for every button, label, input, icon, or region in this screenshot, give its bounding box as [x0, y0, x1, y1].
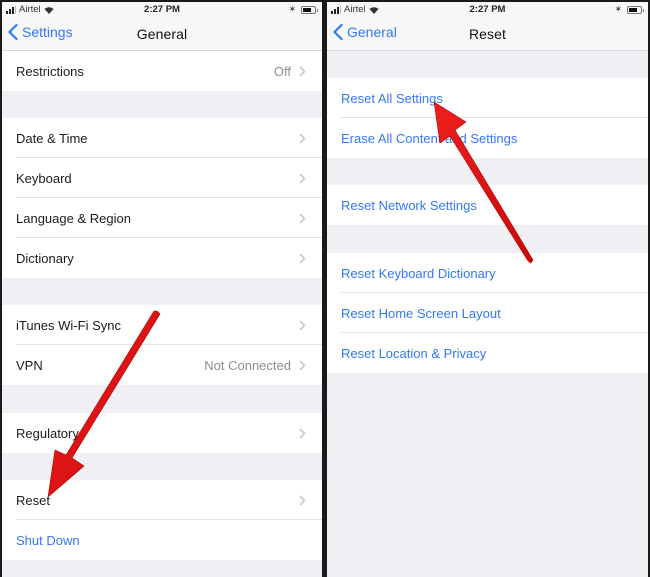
row-reset-location-privacy[interactable]: Reset Location & Privacy: [327, 333, 648, 373]
status-bar: Airtel 2:27 PM ✶: [327, 2, 648, 17]
row-reset[interactable]: Reset: [2, 480, 322, 520]
chevron-right-icon: [299, 172, 306, 184]
row-label: Regulatory: [16, 425, 79, 441]
row-label: Reset Network Settings: [341, 197, 477, 213]
row-language-region[interactable]: Language & Region: [2, 198, 322, 238]
general-settings-screen: Airtel 2:27 PM ✶ Settings General Restri…: [2, 2, 322, 577]
row-vpn[interactable]: VPN Not Connected: [2, 345, 322, 385]
row-reset-all-settings[interactable]: Reset All Settings: [327, 78, 648, 118]
status-time: 2:27 PM: [469, 4, 506, 15]
row-label: Reset All Settings: [341, 90, 443, 106]
row-label: Reset Keyboard Dictionary: [341, 265, 496, 281]
row-label: Dictionary: [16, 250, 74, 266]
chevron-right-icon: [299, 252, 306, 264]
navigation-bar: Settings General: [2, 17, 322, 51]
row-reset-network-settings[interactable]: Reset Network Settings: [327, 185, 648, 225]
row-date-time[interactable]: Date & Time: [2, 118, 322, 158]
row-reset-keyboard-dictionary[interactable]: Reset Keyboard Dictionary: [327, 253, 648, 293]
chevron-right-icon: [299, 65, 306, 77]
row-label: VPN: [16, 357, 43, 373]
bluetooth-icon: ✶: [288, 4, 296, 14]
status-time: 2:27 PM: [144, 4, 180, 15]
row-label: Reset: [16, 492, 50, 508]
chevron-right-icon: [299, 319, 306, 331]
row-shut-down[interactable]: Shut Down: [2, 520, 322, 560]
row-regulatory[interactable]: Regulatory: [2, 413, 322, 453]
battery-icon: [627, 5, 644, 14]
row-itunes-wifi-sync[interactable]: iTunes Wi-Fi Sync: [2, 305, 322, 345]
chevron-right-icon: [299, 359, 306, 371]
page-title: Reset: [468, 26, 507, 42]
row-label: Reset Home Screen Layout: [341, 305, 501, 321]
chevron-right-icon: [299, 427, 306, 439]
row-reset-home-screen-layout[interactable]: Reset Home Screen Layout: [327, 293, 648, 333]
row-label: Shut Down: [16, 532, 80, 548]
chevron-right-icon: [299, 494, 306, 506]
battery-icon: [301, 5, 318, 14]
row-erase-all-content[interactable]: Erase All Content and Settings: [327, 118, 648, 158]
bluetooth-icon: ✶: [614, 4, 622, 14]
row-label: Restrictions: [16, 63, 84, 79]
status-bar: Airtel 2:27 PM ✶: [2, 2, 322, 17]
chevron-right-icon: [299, 132, 306, 144]
row-dictionary[interactable]: Dictionary: [2, 238, 322, 278]
row-restrictions[interactable]: Restrictions Off: [2, 51, 322, 91]
row-label: Erase All Content and Settings: [341, 130, 518, 146]
row-label: iTunes Wi-Fi Sync: [16, 317, 121, 333]
row-label: Language & Region: [16, 210, 131, 226]
row-label: Date & Time: [16, 130, 88, 146]
row-label: Reset Location & Privacy: [341, 345, 487, 361]
navigation-bar: General Reset: [327, 17, 648, 51]
row-label: Keyboard: [16, 170, 72, 186]
reset-screen: Airtel 2:27 PM ✶ General Reset Reset All…: [327, 2, 648, 577]
chevron-right-icon: [299, 212, 306, 224]
page-title: General: [136, 26, 188, 42]
row-detail: Not Connected: [204, 357, 291, 373]
row-detail: Off: [273, 63, 291, 79]
row-keyboard[interactable]: Keyboard: [2, 158, 322, 198]
